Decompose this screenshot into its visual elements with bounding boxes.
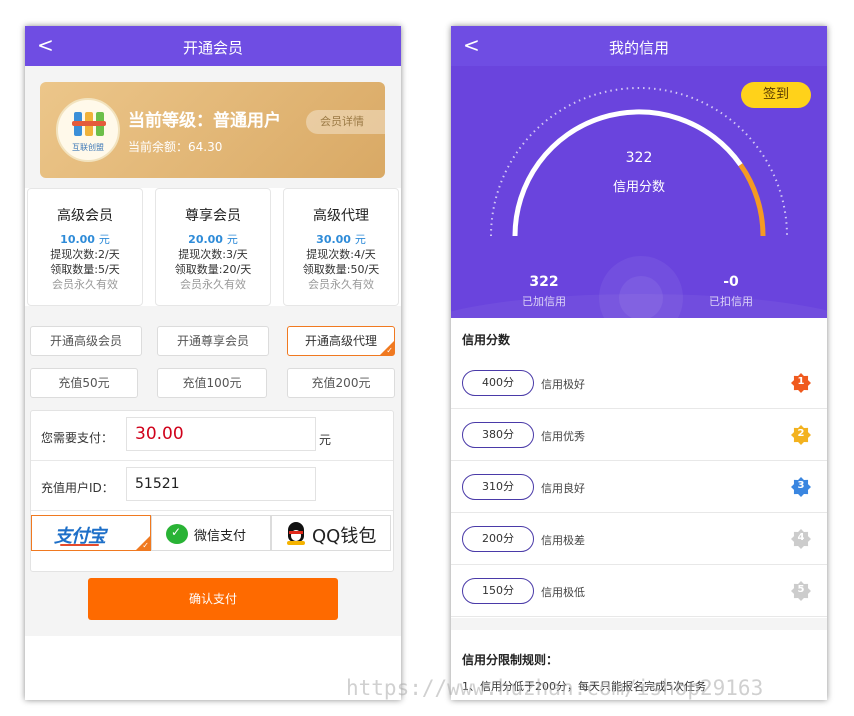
balance-value: 64.30 — [188, 140, 223, 154]
member-content: 互联创盟 当前等级：普通用户 当前余额：64.30 会员详情 高级会员 10.0… — [25, 66, 401, 636]
level-score-pill: 150分 — [462, 578, 534, 604]
alipay-logo: 支付宝 — [54, 526, 106, 547]
open-advanced-agent-button[interactable]: 开通高级代理 ✓ — [287, 326, 395, 356]
user-id-label: 充值用户ID： — [41, 481, 114, 495]
plan-price: 10.00 元 — [60, 233, 110, 246]
plan-withdraw: 提现次数:2/天 — [50, 248, 120, 261]
confirm-pay-button[interactable]: 确认支付 — [88, 578, 338, 620]
payment-panel: 您需要支付： 元 充值用户ID： 支付宝 ✓ 微信支付 QQ钱包 — [30, 410, 394, 572]
qq-penguin-icon — [286, 522, 306, 546]
plan-claim: 领取数量:20/天 — [174, 263, 252, 276]
qq-wallet-label: QQ钱包 — [312, 526, 377, 547]
level-desc: 信用极低 — [541, 586, 585, 599]
level-score-pill: 200分 — [462, 526, 534, 552]
plan-withdraw: 提现次数:3/天 — [178, 248, 248, 261]
plan-withdraw: 提现次数:4/天 — [306, 248, 376, 261]
list-item: 310分 信用良好 3 — [451, 461, 827, 513]
amount-unit: 元 — [319, 433, 332, 447]
rank-badge-icon: 1 — [791, 373, 811, 393]
section-divider — [451, 618, 827, 630]
credit-header: 签到 322 信用分数 322 已加信用 -0 已扣信用 — [451, 66, 827, 318]
level-desc: 信用极好 — [541, 378, 585, 391]
plan-list: 高级会员 10.00 元 提现次数:2/天 领取数量:5/天 会员永久有效 尊享… — [25, 188, 401, 306]
plan-card[interactable]: 高级会员 10.00 元 提现次数:2/天 领取数量:5/天 会员永久有效 — [27, 188, 143, 306]
list-item: 150分 信用极低 5 — [451, 565, 827, 617]
nav-bar: < 我的信用 — [451, 26, 827, 66]
recharge-200-button[interactable]: 充值200元 — [287, 368, 395, 398]
level-score-pill: 310分 — [462, 474, 534, 500]
current-level: 当前等级：普通用户 — [128, 106, 281, 131]
brand-mark-icon — [70, 112, 108, 136]
recharge-100-button[interactable]: 充值100元 — [157, 368, 267, 398]
page-title: 我的信用 — [608, 39, 669, 57]
plan-price: 30.00 元 — [316, 233, 366, 246]
check-icon: ✓ — [142, 541, 149, 550]
amount-input[interactable] — [126, 417, 316, 451]
watermark: https://www.huzhan.com/ishop29163 — [346, 676, 764, 700]
list-item: 380分 信用优秀 2 — [451, 409, 827, 461]
alipay-method[interactable]: 支付宝 ✓ — [31, 515, 151, 551]
list-item: 200分 信用极差 4 — [451, 513, 827, 565]
gauge-value-arc — [512, 109, 743, 237]
level-name: 普通用户 — [213, 111, 281, 131]
plan-card[interactable]: 尊享会员 20.00 元 提现次数:3/天 领取数量:20/天 会员永久有效 — [155, 188, 271, 306]
nav-bar: < 开通会员 — [25, 26, 401, 66]
added-credit-label: 已加信用 — [522, 295, 566, 308]
open-advanced-member-button[interactable]: 开通高级会员 — [30, 326, 142, 356]
user-id-row: 充值用户ID： — [31, 461, 393, 511]
level-desc: 信用极差 — [541, 534, 585, 547]
member-detail-button[interactable]: 会员详情 — [306, 110, 385, 134]
recharge-50-button[interactable]: 充值50元 — [30, 368, 138, 398]
member-card: 互联创盟 当前等级：普通用户 当前余额：64.30 会员详情 — [40, 82, 385, 178]
plan-name: 尊享会员 — [185, 208, 241, 224]
option-label: 开通高级代理 — [304, 334, 377, 348]
level-desc: 信用优秀 — [541, 430, 585, 443]
amount-row: 您需要支付： 元 — [31, 411, 393, 461]
level-desc: 信用良好 — [541, 482, 585, 495]
wechat-pay-method[interactable]: 微信支付 — [151, 515, 271, 551]
deducted-credit-label: 已扣信用 — [709, 295, 753, 308]
plan-claim: 领取数量:5/天 — [50, 263, 120, 276]
right-phone-screen: < 我的信用 签到 322 信用分数 322 已加信用 -0 已扣信用 信用分数… — [451, 26, 827, 700]
plan-name: 高级会员 — [57, 208, 113, 224]
left-phone-screen: < 开通会员 互联创盟 当前等级：普通用户 当前余额：64.30 会员详情 高级… — [25, 26, 401, 700]
plan-name: 高级代理 — [313, 208, 369, 224]
level-prefix: 当前等级： — [128, 111, 213, 131]
wechat-pay-label: 微信支付 — [194, 529, 247, 544]
plan-valid: 会员永久有效 — [52, 278, 118, 291]
rank-badge-icon: 4 — [791, 529, 811, 549]
plan-claim: 领取数量:50/天 — [302, 263, 380, 276]
list-item: 400分 信用极好 1 — [451, 357, 827, 409]
user-id-input[interactable] — [126, 467, 316, 501]
plan-valid: 会员永久有效 — [180, 278, 246, 291]
amount-label: 您需要支付： — [41, 431, 114, 445]
rank-badge-icon: 3 — [791, 477, 811, 497]
added-credit-value: 322 — [529, 274, 559, 290]
check-icon: ✓ — [386, 346, 393, 355]
rank-badge-icon: 5 — [791, 581, 811, 601]
brand-name: 互联创盟 — [72, 143, 104, 152]
balance-label: 当前余额： — [128, 140, 189, 154]
deducted-credit-value: -0 — [723, 274, 739, 290]
level-score-pill: 400分 — [462, 370, 534, 396]
credit-score-label: 信用分数 — [612, 180, 665, 195]
plan-card[interactable]: 高级代理 30.00 元 提现次数:4/天 领取数量:50/天 会员永久有效 — [283, 188, 399, 306]
plan-price: 20.00 元 — [188, 233, 238, 246]
level-score-pill: 380分 — [462, 422, 534, 448]
qq-wallet-method[interactable]: QQ钱包 — [271, 515, 391, 551]
plan-valid: 会员永久有效 — [308, 278, 374, 291]
credit-score-value: 322 — [625, 150, 653, 166]
rank-badge-icon: 2 — [791, 425, 811, 445]
page-title: 开通会员 — [182, 39, 243, 57]
levels-title: 信用分数 — [462, 333, 511, 347]
current-balance: 当前余额：64.30 — [128, 138, 222, 155]
brand-logo: 互联创盟 — [56, 98, 120, 162]
rules-title: 信用分限制规则： — [462, 653, 559, 667]
wechat-icon — [166, 524, 188, 544]
open-premium-member-button[interactable]: 开通尊享会员 — [157, 326, 269, 356]
